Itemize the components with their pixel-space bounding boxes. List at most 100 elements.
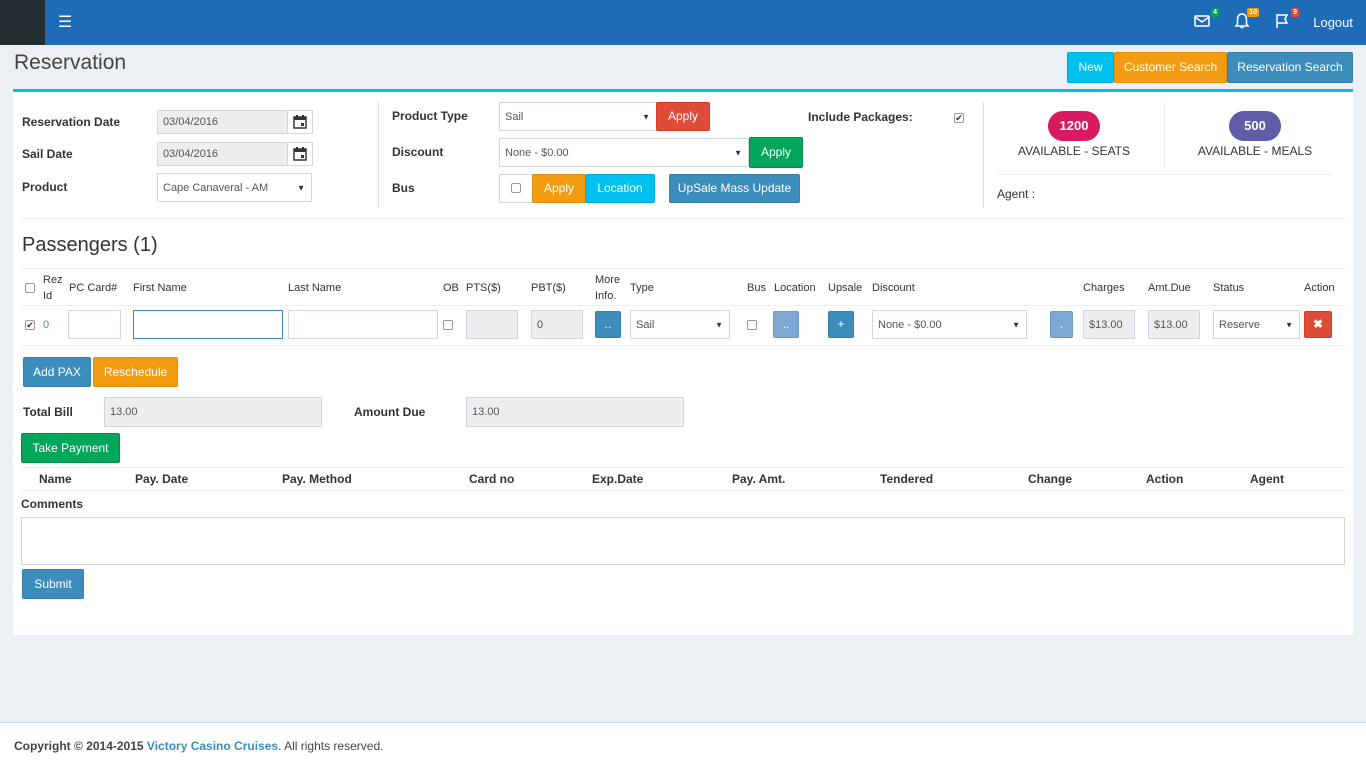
chevron-down-icon: ▼ (715, 320, 723, 329)
include-packages-label: Include Packages: (808, 110, 913, 124)
hamburger-menu-icon[interactable]: ☰ (45, 0, 85, 45)
logout-link[interactable]: Logout (1313, 15, 1353, 30)
footer-text: Copyright © 2014-2015 Victory Casino Cru… (14, 739, 383, 753)
product-type-select[interactable]: Sail ▼ (499, 102, 657, 131)
divider (378, 102, 379, 208)
reservation-search-button[interactable]: Reservation Search (1227, 52, 1353, 83)
bus-label: Bus (392, 181, 415, 195)
pc-card-input[interactable] (68, 310, 121, 339)
col-exp-date: Exp.Date (592, 472, 644, 486)
reschedule-button[interactable]: Reschedule (93, 357, 178, 387)
total-bill-label: Total Bill (23, 405, 73, 419)
comments-label: Comments (21, 497, 84, 511)
delete-row-icon[interactable]: ✖ (1304, 311, 1332, 338)
flag-icon[interactable]: 9 (1273, 8, 1299, 32)
take-payment-button[interactable]: Take Payment (21, 433, 120, 463)
divider (997, 174, 1332, 175)
col-ob: OB (443, 282, 459, 294)
reservation-date-calendar-icon[interactable] (287, 110, 313, 134)
col-discount: Discount (872, 282, 915, 294)
first-name-input[interactable] (133, 310, 283, 339)
table-border (21, 345, 1345, 346)
col-first-name: First Name (133, 282, 187, 294)
divider (21, 218, 1345, 219)
row-discount-value: None - $0.00 (878, 318, 942, 331)
new-button[interactable]: New (1067, 52, 1114, 83)
comments-textarea[interactable] (21, 517, 1345, 565)
product-type-apply-button[interactable]: Apply (656, 102, 710, 131)
chevron-down-icon: ▼ (642, 112, 650, 121)
bus-checkbox[interactable] (511, 183, 521, 193)
seats-count-badge: 1200 (1048, 111, 1100, 141)
col-pc-card: PC Card# (69, 282, 118, 294)
bell-icon[interactable]: 10 (1233, 8, 1259, 32)
col-last-name: Last Name (288, 282, 342, 294)
reservation-date-input[interactable]: 03/04/2016 (157, 110, 288, 134)
product-type-value: Sail (505, 110, 524, 123)
row-location-button[interactable]: .. (773, 311, 799, 338)
col-pay-method: Pay. Method (282, 472, 352, 486)
logo-area (0, 0, 45, 45)
chevron-down-icon: ▼ (1012, 320, 1020, 329)
copyright-text: Copyright © 2014-2015 (14, 739, 144, 753)
col-action: Action (1304, 282, 1335, 294)
discount-select[interactable]: None - $0.00 ▼ (499, 138, 749, 167)
discount-apply-button[interactable]: Apply (749, 137, 803, 168)
col-status: Status (1213, 282, 1245, 294)
notification-count-badge: 10 (1247, 8, 1259, 17)
agent-label: Agent : (997, 187, 1036, 201)
upsale-mass-update-button[interactable]: UpSale Mass Update (669, 174, 800, 203)
col-pbt: PBT($) (531, 282, 566, 294)
seats-label: AVAILABLE - SEATS (1017, 144, 1131, 158)
row-discount-select[interactable]: None - $0.00 ▼ (872, 310, 1027, 339)
amt-due-input[interactable]: $13.00 (1148, 310, 1200, 339)
divider (1164, 102, 1165, 168)
discount-value: None - $0.00 (505, 146, 569, 159)
col-type: Type (630, 282, 654, 294)
meals-count-badge: 500 (1229, 111, 1281, 141)
row-checkbox[interactable]: ✔ (25, 320, 35, 330)
sail-date-calendar-icon[interactable] (287, 142, 313, 166)
row-bus-checkbox[interactable] (747, 320, 757, 330)
ob-checkbox[interactable] (443, 320, 453, 330)
customer-search-button[interactable]: Customer Search (1114, 52, 1227, 83)
rez-id-link[interactable]: 0 (43, 319, 49, 331)
submit-button[interactable]: Submit (22, 569, 84, 599)
bus-apply-button[interactable]: Apply (532, 174, 586, 203)
col-pts: PTS($) (466, 282, 501, 294)
product-label: Product (22, 180, 68, 194)
row-upsale-button[interactable]: + (828, 311, 854, 338)
more-info-button[interactable]: .. (595, 311, 621, 338)
rights-text: . All rights reserved. (278, 739, 384, 753)
charges-input[interactable]: $13.00 (1083, 310, 1135, 339)
last-name-input[interactable] (288, 310, 438, 339)
col-card-no: Card no (469, 472, 515, 486)
amount-due-input[interactable]: 13.00 (466, 397, 684, 427)
header-actions: New Customer Search Reservation Search (1067, 52, 1353, 83)
row-discount-apply-button[interactable]: . (1050, 311, 1073, 338)
chevron-down-icon: ▼ (297, 183, 305, 192)
bus-checkbox-wrapper (499, 174, 533, 203)
col-charges: Charges (1083, 282, 1125, 294)
type-select[interactable]: Sail ▼ (630, 310, 730, 339)
table-border (21, 305, 1345, 306)
pbt-input[interactable]: 0 (531, 310, 583, 339)
amount-due-label: Amount Due (354, 405, 426, 419)
mail-icon[interactable]: 4 (1193, 8, 1219, 32)
include-packages-checkbox[interactable]: ✔ (954, 113, 964, 123)
table-border (21, 467, 1345, 468)
product-value: Cape Canaveral - AM (163, 181, 269, 194)
sail-date-input[interactable]: 03/04/2016 (157, 142, 288, 166)
divider (983, 102, 984, 208)
footer: Copyright © 2014-2015 Victory Casino Cru… (0, 722, 1366, 768)
add-pax-button[interactable]: Add PAX (23, 357, 91, 387)
pts-input[interactable] (466, 310, 518, 339)
col-agent: Agent (1250, 472, 1284, 486)
company-link[interactable]: Victory Casino Cruises (147, 739, 278, 753)
mail-count-badge: 4 (1211, 8, 1219, 17)
location-button[interactable]: Location (585, 174, 655, 203)
product-select[interactable]: Cape Canaveral - AM ▼ (157, 173, 312, 202)
select-all-checkbox[interactable] (25, 283, 35, 293)
total-bill-input[interactable]: 13.00 (104, 397, 322, 427)
status-select[interactable]: Reserve ▼ (1213, 310, 1300, 339)
